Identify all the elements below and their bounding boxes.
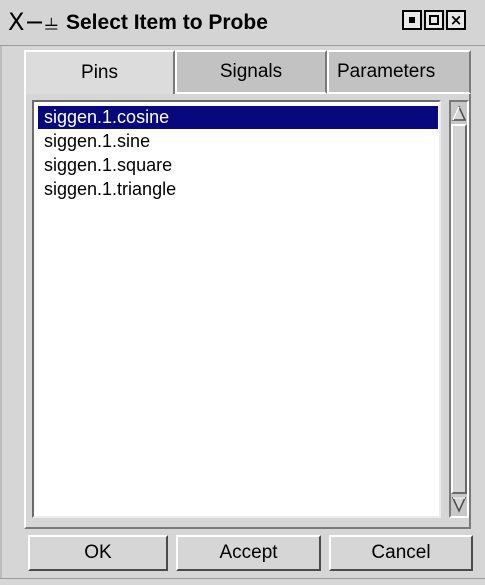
list-item[interactable]: siggen.1.triangle — [38, 178, 438, 201]
window-bottom-edge — [0, 578, 485, 585]
tab-parameters[interactable]: Parameters — [327, 50, 471, 94]
tab-panel-pins: siggen.1.cosine siggen.1.sine siggen.1.s… — [24, 94, 471, 529]
scroll-down-arrow-icon[interactable] — [451, 494, 467, 514]
list-item[interactable]: siggen.1.sine — [38, 130, 438, 153]
list-item[interactable]: siggen.1.cosine — [38, 106, 438, 129]
minimize-icon[interactable] — [402, 10, 422, 30]
tab-signals[interactable]: Signals — [175, 50, 327, 94]
probe-dialog-window: X−⫨ Select Item to Probe Pins Signals Pa… — [0, 0, 485, 585]
window-menu-icon[interactable]: X−⫨ — [8, 8, 64, 36]
vertical-scrollbar[interactable] — [449, 100, 469, 518]
window-title: Select Item to Probe — [66, 11, 268, 34]
pins-listbox[interactable]: siggen.1.cosine siggen.1.sine siggen.1.s… — [32, 100, 441, 518]
scroll-up-arrow-icon[interactable] — [451, 104, 467, 124]
accept-button[interactable]: Accept — [176, 535, 321, 571]
tab-bar: Pins Signals Parameters — [24, 50, 471, 94]
window-left-edge — [0, 46, 2, 585]
maximize-icon[interactable] — [424, 10, 444, 30]
list-item[interactable]: siggen.1.square — [38, 154, 438, 177]
title-bar[interactable]: X−⫨ Select Item to Probe — [0, 0, 485, 46]
close-icon[interactable] — [446, 10, 466, 30]
tab-pins[interactable]: Pins — [24, 50, 175, 94]
cancel-button[interactable]: Cancel — [329, 535, 473, 571]
ok-button[interactable]: OK — [28, 535, 168, 571]
scrollbar-thumb[interactable] — [451, 124, 467, 494]
